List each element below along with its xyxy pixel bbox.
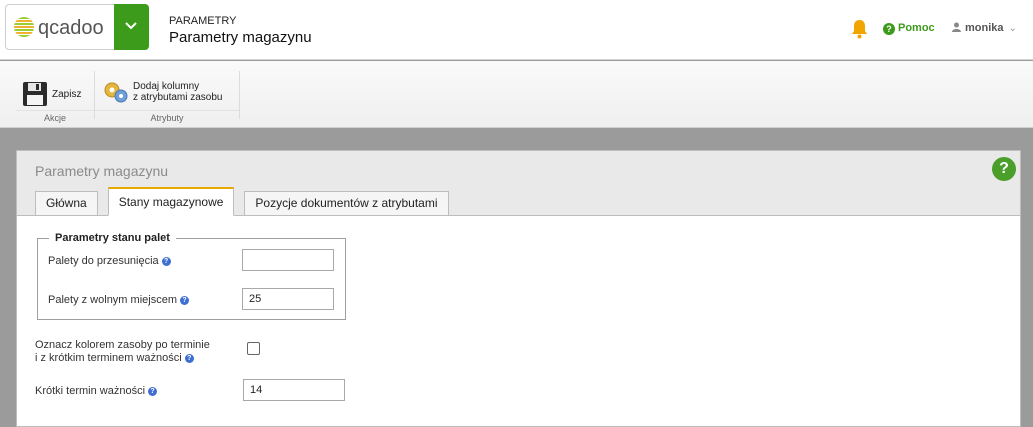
user-menu[interactable]: monika ⌄	[952, 22, 1017, 34]
page-title: Parametry magazynu	[169, 29, 312, 46]
floppy-disk-icon	[23, 82, 47, 106]
fieldset-legend: Parametry stanu palet	[49, 232, 176, 244]
short-expiry-input[interactable]	[243, 379, 345, 401]
ribbon-group-actions: Zapisz Akcje	[16, 71, 95, 123]
ribbon-group-attributes: Dodaj kolumny z atrybutami zasobu Atrybut…	[95, 71, 240, 123]
tab-main[interactable]: Główna	[35, 191, 98, 216]
gears-icon	[104, 82, 128, 103]
chevron-down-icon: ⌄	[1008, 23, 1017, 34]
color-expired-label: Oznacz kolorem zasoby po terminie i z kró…	[35, 339, 210, 364]
help-link[interactable]: ? Pomoc	[883, 22, 935, 35]
tab-stock-levels[interactable]: Stany magazynowe	[107, 187, 235, 216]
help-icon[interactable]: ?	[992, 157, 1016, 181]
save-button[interactable]: Zapisz	[22, 77, 81, 111]
ribbon-group-label: Akcje	[16, 110, 94, 123]
info-icon[interactable]: ?	[179, 296, 189, 305]
user-icon	[952, 22, 961, 32]
info-icon[interactable]: ?	[184, 354, 194, 363]
user-name: monika	[965, 22, 1004, 34]
tab-bar: Główna Stany magazynowe Pozycje dokument…	[35, 187, 459, 216]
panel-header: Parametry magazynu ? Główna Stany magazy…	[17, 151, 1020, 216]
info-icon[interactable]: ?	[148, 387, 158, 396]
qcadoo-logo-icon	[14, 17, 34, 37]
chevron-down-icon	[125, 22, 137, 30]
pallets-to-move-label: Palety do przesunięcia?	[48, 255, 171, 267]
main-menu-button[interactable]	[114, 4, 149, 50]
logo-text: qcadoo	[38, 17, 104, 39]
pallets-to-move-input[interactable]	[242, 249, 334, 271]
parameters-panel: Parametry magazynu ? Główna Stany magazy…	[16, 150, 1021, 427]
logo[interactable]: qcadoo	[5, 4, 114, 50]
bell-icon[interactable]	[851, 19, 868, 39]
breadcrumb-category: PARAMETRY	[169, 15, 237, 27]
top-bar: qcadoo PARAMETRY Parametry magazynu ? Pom…	[0, 0, 1033, 60]
panel-title: Parametry magazynu	[35, 163, 169, 179]
tab-document-positions-attributes[interactable]: Pozycje dokumentów z atrybutami	[244, 191, 449, 216]
info-icon[interactable]: ?	[161, 257, 171, 266]
add-attribute-columns-label: Dodaj kolumny z atrybutami zasobu	[133, 81, 223, 103]
pallets-with-free-space-label: Palety z wolnym miejscem?	[48, 294, 189, 306]
color-expired-checkbox[interactable]	[247, 342, 260, 355]
short-expiry-label: Krótki termin ważności?	[35, 385, 158, 397]
pallets-with-free-space-input[interactable]	[242, 288, 334, 310]
save-label: Zapisz	[52, 88, 82, 100]
ribbon-group-label: Atrybuty	[95, 110, 239, 123]
help-icon: ?	[883, 23, 895, 35]
help-label: Pomoc	[898, 22, 935, 34]
add-attribute-columns-button[interactable]: Dodaj kolumny z atrybutami zasobu	[103, 75, 223, 109]
pallet-parameters-fieldset: Parametry stanu palet Palety do przesuni…	[37, 232, 346, 320]
ribbon-toolbar: Zapisz Akcje Dodaj kolumny z atrybutami z…	[0, 61, 1033, 128]
